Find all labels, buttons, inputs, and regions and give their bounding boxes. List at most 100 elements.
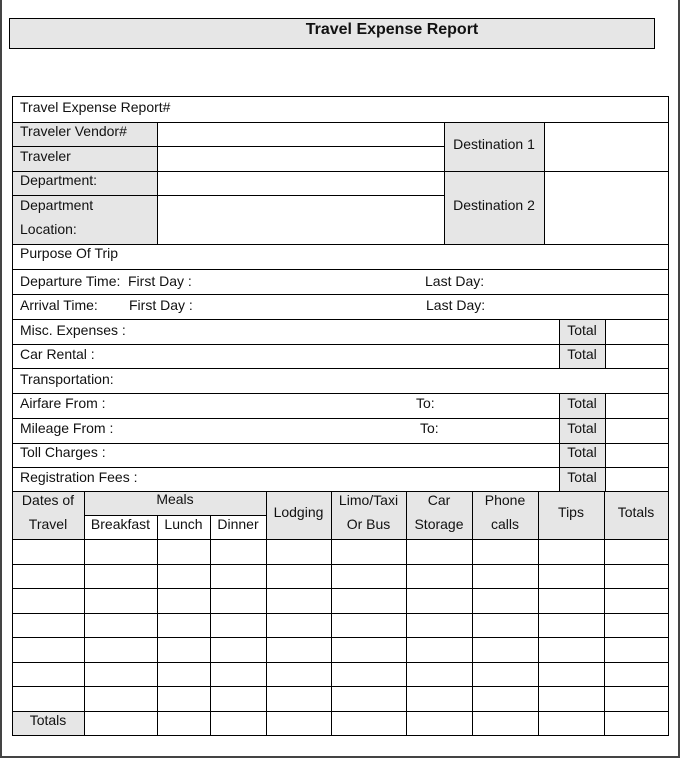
expense-cell[interactable] (13, 687, 84, 711)
expense-cell[interactable] (85, 565, 157, 588)
expense-cell[interactable] (605, 614, 668, 637)
expense-cell[interactable] (267, 614, 331, 637)
expense-cell[interactable] (539, 663, 604, 686)
expense-cell[interactable] (85, 663, 157, 686)
expense-cell[interactable] (158, 565, 210, 588)
expense-cell[interactable] (407, 589, 472, 613)
expense-cell[interactable] (13, 638, 84, 662)
expense-cell[interactable] (605, 589, 668, 613)
expense-cell[interactable] (211, 638, 266, 662)
expense-cell[interactable] (605, 540, 668, 564)
expense-cell[interactable] (211, 589, 266, 613)
traveler-input[interactable] (158, 147, 444, 170)
department-location-input[interactable] (158, 196, 444, 243)
expense-cell[interactable] (85, 589, 157, 613)
expense-cell[interactable] (211, 540, 266, 564)
expense-cell[interactable] (605, 565, 668, 588)
expense-cell[interactable] (211, 565, 266, 588)
expense-cell[interactable] (407, 663, 472, 686)
destination-2-input[interactable] (545, 172, 667, 243)
expense-cell[interactable] (473, 638, 538, 662)
expense-cell[interactable] (539, 589, 604, 613)
expense-cell[interactable] (13, 614, 84, 637)
airfare-total-label: Total (567, 395, 597, 411)
toll-total-label: Total (567, 444, 597, 460)
department-input[interactable] (158, 172, 444, 195)
expense-cell[interactable] (158, 540, 210, 564)
mileage-total-label: Total (567, 420, 597, 436)
expense-cell[interactable] (473, 663, 538, 686)
expense-cell[interactable] (473, 614, 538, 637)
expense-cell[interactable] (211, 614, 266, 637)
expense-cell[interactable] (267, 565, 331, 588)
totals-cell[interactable] (267, 712, 331, 735)
expense-cell[interactable] (158, 663, 210, 686)
expense-cell[interactable] (211, 663, 266, 686)
expense-cell[interactable] (539, 540, 604, 564)
report-number-label: Travel Expense Report# (20, 99, 171, 115)
expense-cell[interactable] (473, 540, 538, 564)
car-rental-total-label: Total (567, 346, 597, 362)
expense-cell[interactable] (332, 589, 406, 613)
expense-cell[interactable] (539, 565, 604, 588)
expense-cell[interactable] (267, 687, 331, 711)
expense-cell[interactable] (13, 589, 84, 613)
totals-cell[interactable] (211, 712, 266, 735)
expense-cell[interactable] (539, 687, 604, 711)
expense-cell[interactable] (539, 638, 604, 662)
expense-cell[interactable] (85, 614, 157, 637)
expense-cell[interactable] (267, 638, 331, 662)
breakfast-header: Breakfast (90, 516, 151, 532)
expense-cell[interactable] (211, 687, 266, 711)
expense-cell[interactable] (13, 565, 84, 588)
expense-cell[interactable] (332, 565, 406, 588)
expense-cell[interactable] (267, 540, 331, 564)
mileage-to-label: To: (420, 420, 439, 436)
expense-cell[interactable] (407, 565, 472, 588)
expense-cell[interactable] (158, 589, 210, 613)
expense-cell[interactable] (605, 663, 668, 686)
expense-cell[interactable] (13, 663, 84, 686)
totals-cell[interactable] (332, 712, 406, 735)
expense-cell[interactable] (158, 687, 210, 711)
expense-cell[interactable] (332, 540, 406, 564)
car-storage-header-2: Storage (414, 516, 464, 532)
totals-cell[interactable] (605, 712, 668, 735)
expense-cell[interactable] (473, 687, 538, 711)
expense-cell[interactable] (332, 638, 406, 662)
totals-cell[interactable] (473, 712, 538, 735)
department-location-label-1: Department (20, 197, 94, 213)
expense-cell[interactable] (605, 638, 668, 662)
expense-cell[interactable] (605, 687, 668, 711)
totals-cell[interactable] (85, 712, 157, 735)
traveler-vendor-input[interactable] (158, 123, 444, 146)
expense-cell[interactable] (267, 663, 331, 686)
arrival-first-day-label: First Day : (129, 297, 193, 313)
expense-cell[interactable] (85, 638, 157, 662)
totals-cell[interactable] (539, 712, 604, 735)
expense-cell[interactable] (407, 687, 472, 711)
expense-cell[interactable] (158, 638, 210, 662)
column-divider (605, 393, 606, 491)
expense-cell[interactable] (332, 663, 406, 686)
expense-cell[interactable] (158, 614, 210, 637)
registration-total-label: Total (567, 469, 597, 485)
expense-cell[interactable] (332, 687, 406, 711)
totals-cell[interactable] (407, 712, 472, 735)
expense-cell[interactable] (407, 540, 472, 564)
expense-cell[interactable] (407, 614, 472, 637)
destination-1-input[interactable] (545, 123, 667, 171)
expense-cell[interactable] (407, 638, 472, 662)
expense-cell[interactable] (332, 614, 406, 637)
expense-cell[interactable] (539, 614, 604, 637)
expense-cell[interactable] (85, 687, 157, 711)
expense-cell[interactable] (13, 540, 84, 564)
expense-cell[interactable] (267, 589, 331, 613)
expense-cell[interactable] (85, 540, 157, 564)
expense-cell[interactable] (473, 589, 538, 613)
expense-cell[interactable] (473, 565, 538, 588)
totals-row-label: Totals (29, 712, 67, 728)
totals-cell[interactable] (158, 712, 210, 735)
limo-header-1: Limo/Taxi (338, 492, 399, 508)
tips-header: Tips (558, 504, 584, 520)
